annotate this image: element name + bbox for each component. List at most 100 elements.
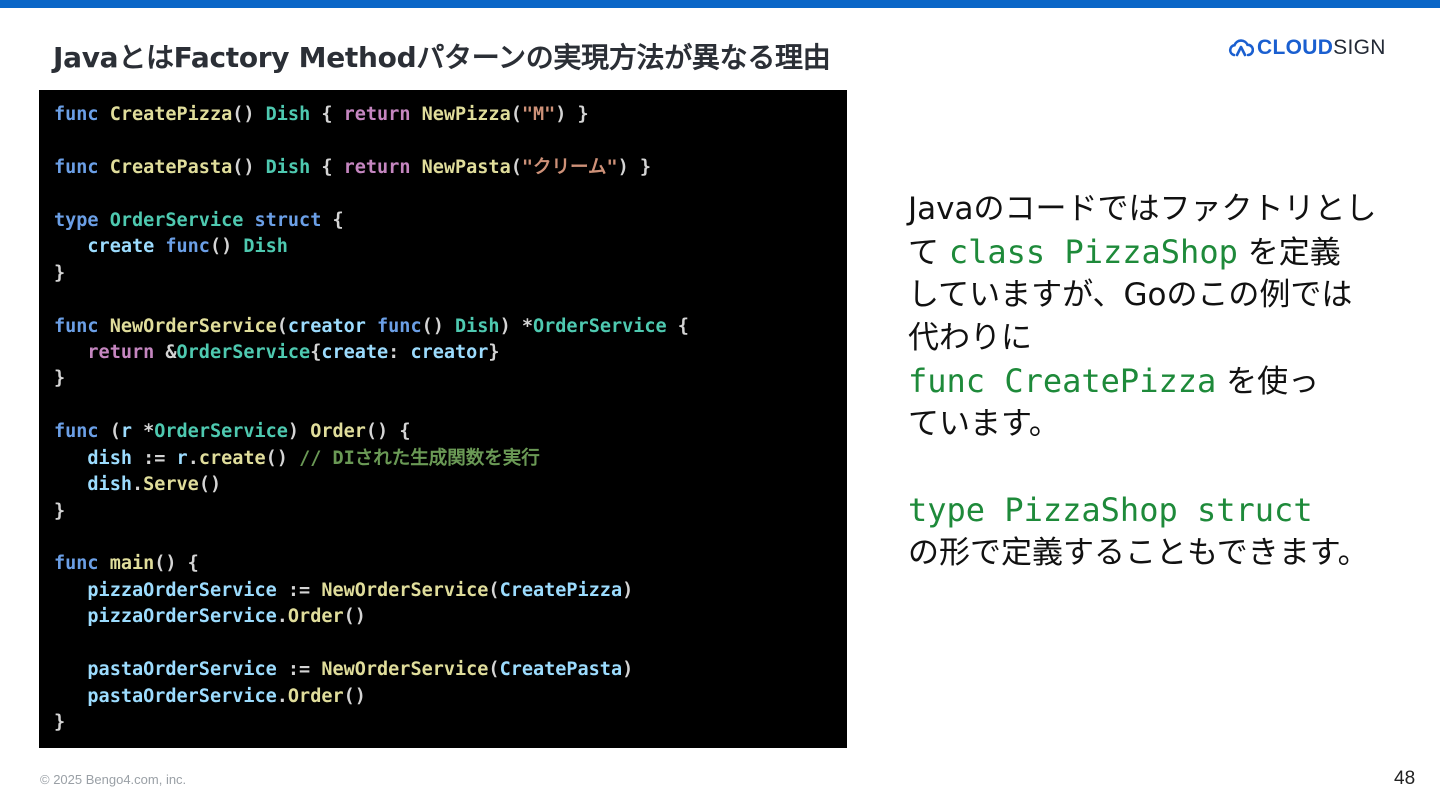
code-token: () { bbox=[154, 553, 199, 575]
code-token: return bbox=[343, 156, 411, 178]
code-token: { bbox=[310, 104, 344, 125]
code-token: () bbox=[232, 156, 266, 178]
explanation-line: Javaのコードではファクトリとし bbox=[908, 191, 1377, 227]
code-token: pastaOrderService bbox=[87, 685, 277, 707]
code-token: create bbox=[87, 236, 155, 258]
code-token: } bbox=[54, 712, 66, 734]
code-line: } bbox=[54, 366, 847, 392]
code-token: ( bbox=[488, 579, 500, 601]
code-token: () bbox=[343, 606, 366, 628]
code-token: OrderService bbox=[533, 315, 667, 337]
code-token: type bbox=[54, 209, 99, 231]
explanation-text-segment: を定義 bbox=[1237, 235, 1341, 271]
code-token: ( bbox=[510, 104, 522, 125]
code-token: ) * bbox=[499, 315, 533, 337]
inline-code: func CreatePizza bbox=[908, 362, 1217, 400]
code-token: ) bbox=[622, 659, 634, 681]
code-token: } bbox=[488, 341, 500, 363]
code-token: := bbox=[276, 579, 322, 601]
explanation-line: の形で定義することもできます。 bbox=[908, 535, 1369, 571]
explanation-line: type PizzaShop struct bbox=[908, 489, 1408, 532]
code-token: . bbox=[276, 606, 288, 628]
code-token: Order bbox=[310, 421, 366, 443]
code-token: CreatePasta bbox=[109, 156, 233, 178]
code-line: pizzaOrderService.Order() bbox=[54, 604, 847, 630]
code-token: dish bbox=[87, 447, 132, 469]
code-token: r bbox=[176, 447, 188, 469]
code-line: type OrderService struct { bbox=[54, 208, 847, 234]
code-token: func bbox=[54, 315, 99, 337]
slide-title: JavaとはFactory Methodパターンの実現方法が異なる理由 bbox=[53, 41, 831, 74]
explanation-text-segment: て bbox=[908, 235, 949, 271]
explanation-line: ています。 bbox=[908, 406, 1060, 442]
code-token: := bbox=[131, 447, 177, 469]
inline-code: class PizzaShop bbox=[948, 233, 1238, 271]
code-token: } bbox=[54, 368, 66, 390]
code-token: creator bbox=[287, 315, 366, 337]
code-token: ) } bbox=[617, 156, 652, 178]
code-line: return &OrderService{create: creator} bbox=[54, 340, 847, 366]
code-token: struct bbox=[254, 209, 322, 231]
code-token: () bbox=[209, 236, 244, 258]
code-token: () { bbox=[365, 421, 411, 443]
code-token: ( bbox=[98, 421, 121, 443]
code-token: () bbox=[198, 474, 222, 496]
code-token: . bbox=[276, 685, 288, 707]
code-token: "クリーム" bbox=[521, 156, 618, 178]
code-token: NewOrderService bbox=[321, 579, 489, 601]
code-token: pizzaOrderService bbox=[87, 579, 277, 601]
accent-bar bbox=[0, 0, 1440, 8]
code-line: func CreatePizza() Dish { return NewPizz… bbox=[54, 102, 847, 128]
code-token: OrderService bbox=[176, 341, 311, 363]
code-line: func (r *OrderService) Order() { bbox=[54, 419, 847, 445]
code-token: dish bbox=[87, 474, 132, 496]
code-token: OrderService bbox=[154, 421, 288, 443]
code-token: ) } bbox=[555, 104, 589, 125]
code-token: & bbox=[154, 341, 177, 363]
code-token: func bbox=[377, 315, 422, 337]
code-line: func NewOrderService(creator func() Dish… bbox=[54, 314, 847, 340]
code-block: func CreatePizza() Dish { return NewPizz… bbox=[39, 90, 847, 748]
code-token: main bbox=[109, 553, 155, 575]
code-token: pastaOrderService bbox=[87, 659, 277, 681]
code-token: * bbox=[131, 421, 155, 443]
code-line: } bbox=[54, 710, 847, 736]
explanation-text-segment: を使っ bbox=[1216, 364, 1320, 400]
code-token: creator bbox=[410, 341, 489, 363]
code-token: "M" bbox=[521, 104, 556, 125]
code-token: ( bbox=[276, 315, 288, 337]
code-token: NewPizza bbox=[421, 104, 511, 125]
code-token: NewOrderService bbox=[109, 315, 277, 337]
code-token: () bbox=[343, 685, 366, 707]
code-token: } bbox=[54, 262, 66, 284]
code-token: := bbox=[276, 659, 322, 681]
code-token: Order bbox=[287, 685, 344, 707]
explanation-line: func CreatePizza を使っ bbox=[908, 360, 1408, 403]
code-line: func CreatePasta() Dish { return NewPast… bbox=[54, 155, 847, 181]
code-token: Dish bbox=[243, 236, 288, 258]
explanation-line: て class PizzaShop を定義 bbox=[908, 231, 1408, 274]
explanation-text: Javaのコードではファクトリとし て class PizzaShop を定義 … bbox=[908, 188, 1408, 575]
inline-code: type PizzaShop struct bbox=[908, 491, 1313, 529]
logo-text-sign: SIGN bbox=[1333, 36, 1386, 59]
code-token: return bbox=[343, 104, 411, 125]
code-line: func main() { bbox=[54, 551, 847, 577]
code-line: dish := r.create() // DIされた生成関数を実行 bbox=[54, 446, 847, 472]
page-number: 48 bbox=[1394, 768, 1416, 789]
